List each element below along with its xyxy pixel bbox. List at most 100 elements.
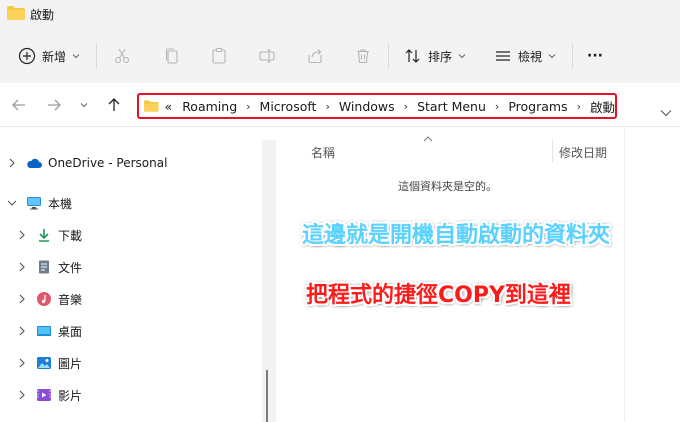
chevron-right-icon[interactable] — [6, 157, 18, 169]
column-separator[interactable] — [552, 140, 553, 162]
breadcrumb-start-menu[interactable]: Start Menu — [417, 99, 486, 114]
plus-circle-icon — [18, 47, 36, 65]
recent-locations-button[interactable] — [74, 95, 94, 115]
nav-item-music[interactable]: 音樂 — [16, 289, 82, 309]
breadcrumb-windows[interactable]: Windows — [339, 99, 395, 114]
new-button[interactable]: 新增 — [18, 41, 80, 71]
file-list — [276, 127, 680, 422]
chevron-right-icon[interactable] — [16, 325, 28, 337]
scissors-icon — [114, 48, 130, 64]
separator — [388, 44, 389, 68]
empty-folder-message: 這個資料夾是空的。 — [398, 180, 497, 193]
chevron-down-icon — [548, 54, 556, 59]
nav-item-onedrive[interactable]: OneDrive - Personal — [6, 153, 167, 173]
chevron-right-icon[interactable] — [16, 357, 28, 369]
share-button[interactable] — [306, 41, 324, 71]
navigation-pane: OneDrive - Personal 本機 下載 文件 音樂 桌面 圖片 影片 — [0, 127, 262, 422]
nav-item-desktop[interactable]: 桌面 — [16, 321, 82, 341]
separator — [572, 44, 573, 68]
sort-label: 排序 — [428, 49, 453, 64]
nav-item-this-pc[interactable]: 本機 — [6, 193, 72, 213]
nav-item-downloads[interactable]: 下載 — [16, 225, 82, 245]
forward-button[interactable] — [44, 95, 64, 115]
address-row: « Roaming › Microsoft › Windows › Start … — [0, 83, 680, 127]
chevron-down-icon — [660, 110, 672, 117]
list-view-icon — [496, 51, 510, 61]
chevron-right-icon[interactable] — [16, 229, 28, 241]
breadcrumb-startup[interactable]: 啟動 — [590, 97, 615, 116]
chevron-right-icon[interactable]: › — [495, 100, 499, 113]
video-icon — [37, 389, 51, 401]
breadcrumb-roaming[interactable]: Roaming — [182, 99, 237, 114]
chevron-right-icon[interactable]: › — [325, 100, 329, 113]
chevron-right-icon[interactable]: › — [404, 100, 408, 113]
monitor-icon — [27, 197, 41, 210]
delete-button[interactable] — [354, 41, 372, 71]
cut-button[interactable] — [113, 41, 131, 71]
breadcrumb-microsoft[interactable]: Microsoft — [260, 99, 317, 114]
title-bar: 啟動 — [0, 0, 680, 30]
column-header-name[interactable]: 名稱 — [311, 144, 335, 161]
arrow-up-icon — [108, 98, 120, 111]
command-bar: 新增 排序 檢視 ··· — [0, 30, 680, 84]
annotation-startup-folder: 這邊就是開機自動啟動的資料夾 — [302, 223, 611, 248]
music-note-icon — [37, 292, 51, 306]
nav-label: 桌面 — [58, 324, 83, 339]
chevron-down-icon[interactable] — [6, 197, 18, 209]
chevron-right-icon[interactable] — [16, 293, 28, 305]
chevron-down-icon — [80, 103, 88, 108]
picture-icon — [37, 357, 51, 369]
rename-icon — [259, 49, 275, 63]
folder-icon — [7, 6, 25, 20]
view-label: 檢視 — [518, 49, 543, 64]
chevron-down-icon — [458, 54, 466, 59]
nav-label: 音樂 — [58, 292, 83, 307]
navigation-scrollbar[interactable] — [262, 140, 276, 422]
sort-button[interactable]: 排序 — [404, 41, 466, 71]
chevron-right-icon[interactable] — [16, 261, 28, 273]
sort-arrows-icon — [405, 49, 420, 63]
breadcrumb-overflow[interactable]: « — [165, 99, 173, 114]
clipboard-icon — [212, 47, 226, 64]
share-icon — [308, 49, 322, 64]
onedrive-cloud-icon — [27, 158, 42, 168]
chevron-right-icon[interactable]: › — [577, 100, 581, 113]
breadcrumb-programs[interactable]: Programs — [508, 99, 567, 114]
sort-chevron-up-icon — [423, 136, 433, 142]
new-label: 新增 — [42, 49, 67, 64]
window-title: 啟動 — [30, 8, 55, 22]
nav-label: 本機 — [48, 196, 73, 211]
pane-divider — [624, 127, 625, 422]
column-header-modified[interactable]: 修改日期 — [559, 144, 607, 161]
nav-item-documents[interactable]: 文件 — [16, 257, 82, 277]
arrow-left-icon — [12, 99, 25, 111]
view-button[interactable]: 檢視 — [494, 41, 556, 71]
paste-button[interactable] — [210, 41, 228, 71]
nav-label: 文件 — [58, 260, 83, 275]
desktop-icon — [37, 326, 51, 336]
document-icon — [39, 260, 49, 274]
chevron-right-icon[interactable]: › — [246, 100, 250, 113]
separator — [96, 44, 97, 68]
nav-item-pictures[interactable]: 圖片 — [16, 353, 82, 373]
address-bar[interactable]: « Roaming › Microsoft › Windows › Start … — [137, 93, 617, 119]
up-button[interactable] — [104, 95, 124, 115]
download-arrow-icon — [39, 229, 49, 242]
nav-label: 下載 — [58, 228, 83, 243]
copy-button[interactable] — [163, 41, 181, 71]
chevron-down-icon — [72, 54, 80, 59]
back-button[interactable] — [9, 95, 29, 115]
nav-label: 圖片 — [58, 356, 83, 371]
chevron-right-icon[interactable] — [16, 389, 28, 401]
copy-icon — [165, 48, 178, 64]
annotation-copy-shortcut: 把程式的捷徑COPY到這裡 — [306, 283, 571, 308]
more-options-button[interactable]: ··· — [587, 41, 603, 71]
arrow-right-icon — [48, 99, 61, 111]
rename-button[interactable] — [258, 41, 276, 71]
scrollbar-thumb[interactable] — [266, 370, 268, 422]
nav-label: OneDrive - Personal — [48, 156, 168, 170]
nav-item-videos[interactable]: 影片 — [16, 385, 82, 405]
folder-icon — [144, 100, 159, 112]
more-options-icon: ··· — [587, 48, 603, 64]
address-dropdown-button[interactable] — [660, 102, 672, 121]
